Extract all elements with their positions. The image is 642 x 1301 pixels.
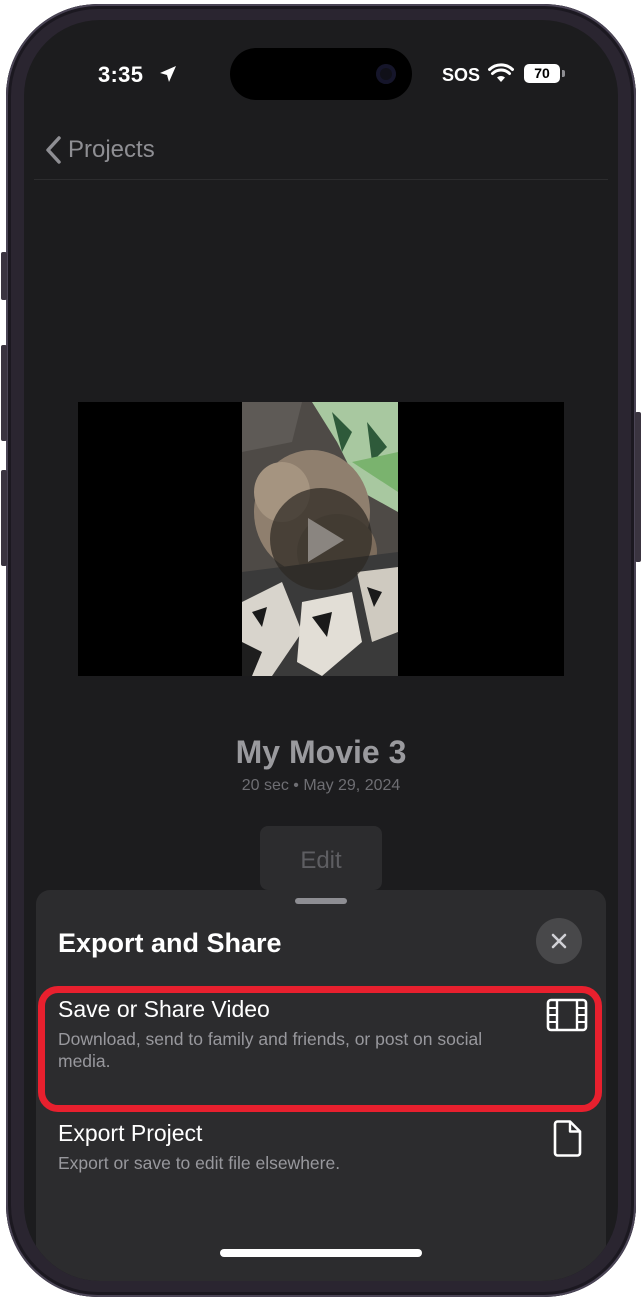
battery-icon: 70: [524, 64, 560, 83]
dynamic-island: [230, 48, 412, 100]
movie-meta: 20 sec • May 29, 2024: [241, 777, 401, 794]
option-title: Save or Share Video: [58, 996, 270, 1022]
film-strip-icon: [546, 998, 588, 1032]
location-arrow-icon: [160, 66, 176, 82]
action-button: [1, 252, 7, 300]
edit-button[interactable]: Edit: [260, 826, 382, 890]
back-button[interactable]: Projects: [44, 132, 155, 168]
sheet-grabber[interactable]: [295, 898, 347, 904]
document-icon: [553, 1120, 582, 1157]
close-icon: [551, 933, 567, 949]
chevron-left-icon: [46, 136, 61, 164]
wifi-icon: [488, 63, 514, 82]
status-time: 3:35: [98, 62, 144, 87]
export-project-option[interactable]: Export Project Export or save to edit fi…: [58, 1120, 588, 1174]
movie-title: My Movie 3: [235, 734, 407, 770]
sos-indicator: SOS: [442, 65, 481, 85]
volume-down-button: [1, 470, 7, 566]
battery-level: 70: [534, 65, 550, 81]
export-share-sheet: Export and Share Save or Share Video Dow…: [36, 890, 606, 1281]
volume-up-button: [1, 345, 7, 441]
video-preview[interactable]: [78, 402, 564, 676]
play-icon: [308, 518, 344, 562]
option-title: Export Project: [58, 1120, 203, 1146]
nav-divider: [34, 179, 608, 180]
back-label: Projects: [68, 136, 155, 163]
front-camera: [376, 64, 396, 84]
home-indicator[interactable]: [220, 1249, 422, 1257]
battery-tip: [562, 70, 565, 77]
sheet-title: Export and Share: [58, 928, 282, 958]
power-button: [635, 412, 641, 562]
screen: 3:35 SOS 70 Projects My Movie 3 20 sec •…: [24, 20, 618, 1281]
option-subtitle: Download, send to family and friends, or…: [58, 1029, 483, 1071]
option-subtitle: Export or save to edit file elsewhere.: [58, 1153, 341, 1173]
save-or-share-video-option[interactable]: Save or Share Video Download, send to fa…: [58, 996, 588, 1072]
play-button[interactable]: [270, 488, 372, 590]
close-button[interactable]: [536, 918, 582, 964]
